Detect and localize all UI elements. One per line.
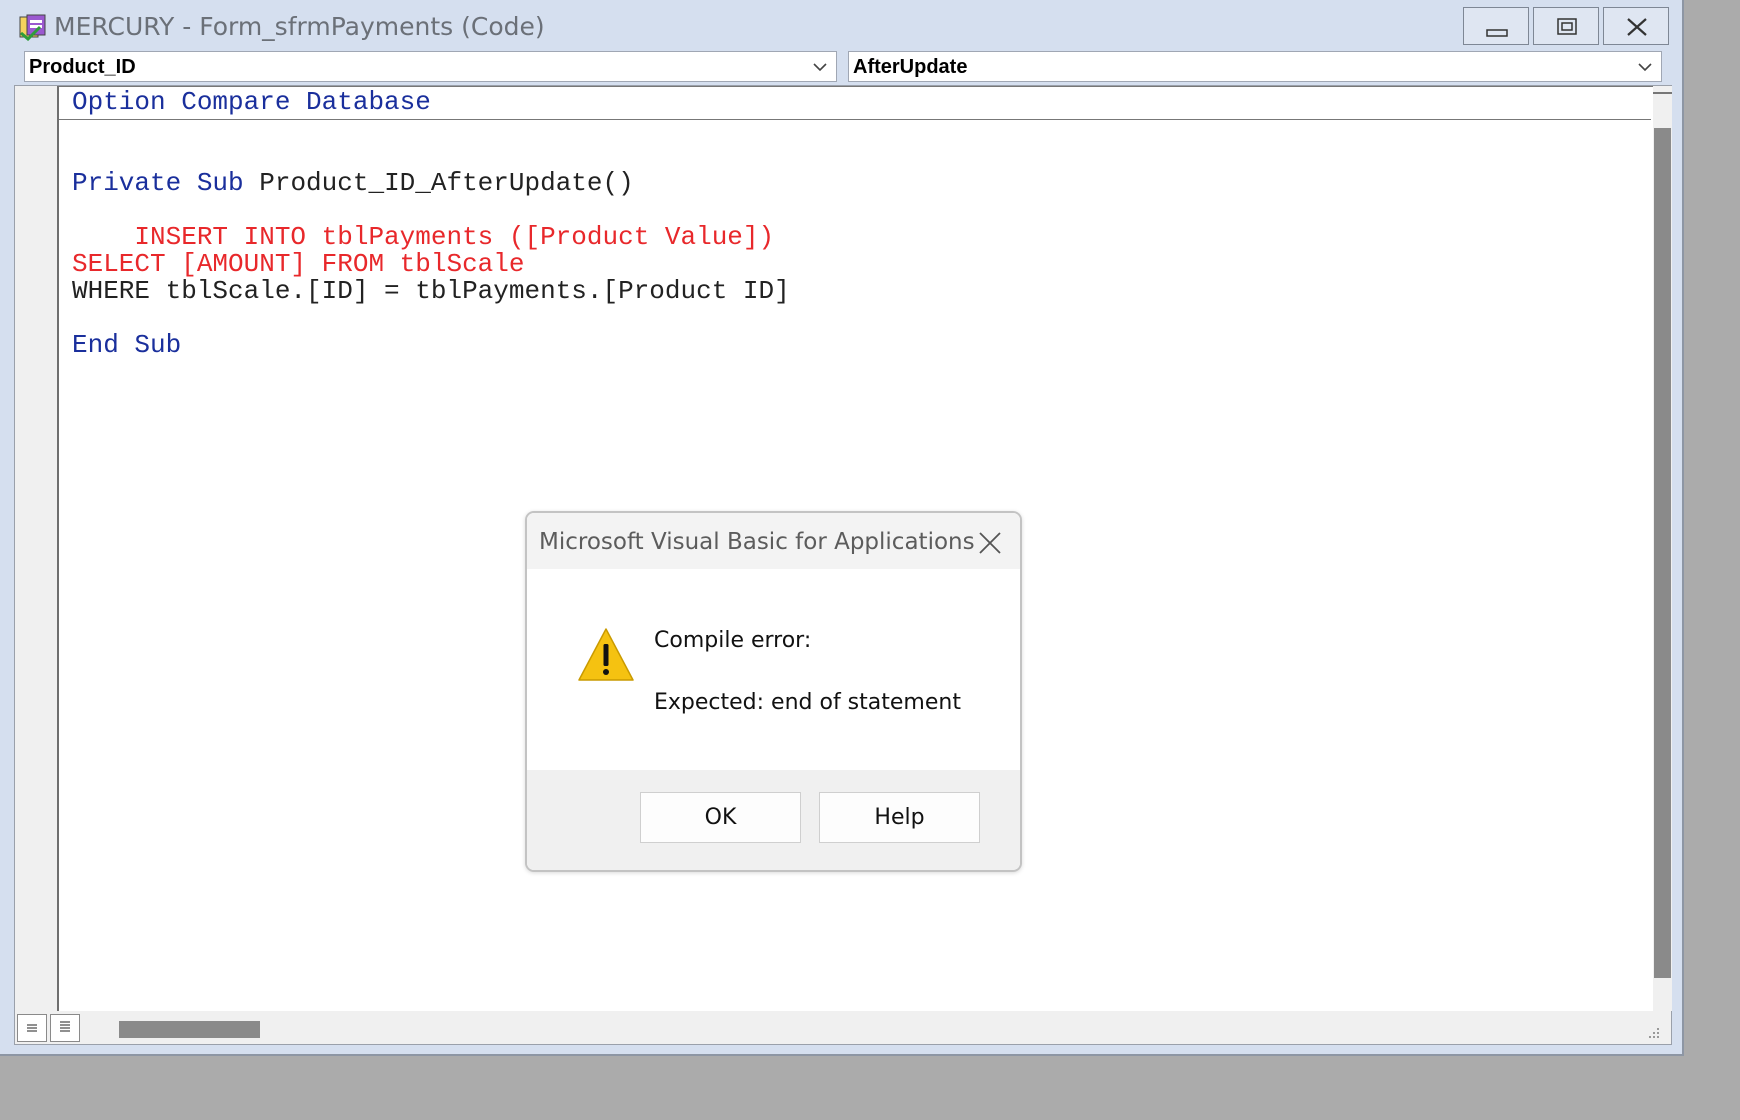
close-button[interactable]: [1603, 7, 1669, 45]
restore-button[interactable]: [1533, 7, 1599, 45]
dialog-close-icon[interactable]: [976, 529, 1004, 557]
code-line-1[interactable]: Option Compare Database: [72, 87, 431, 117]
full-module-view-button[interactable]: [50, 1014, 80, 1042]
chevron-down-icon: [1638, 63, 1652, 72]
margin-indicator-bar[interactable]: [15, 86, 59, 1011]
error-title-text: Compile error:: [654, 628, 812, 653]
close-icon: [1627, 18, 1647, 36]
editor-bottom-bar: [15, 1011, 1671, 1044]
vertical-scrollbar[interactable]: [1653, 86, 1672, 1011]
procedure-view-button[interactable]: [17, 1014, 47, 1042]
dialog-title: Microsoft Visual Basic for Applications: [539, 529, 975, 555]
window-title: MERCURY - Form_sfrmPayments (Code): [54, 12, 545, 41]
minimize-icon: [1486, 29, 1508, 37]
chevron-down-icon: [813, 63, 827, 72]
code-line-3[interactable]: INSERT INTO tblPayments ([Product Value]…: [72, 222, 774, 252]
procedure-view-icon: [27, 1024, 37, 1032]
object-combo[interactable]: Product_ID: [24, 51, 837, 82]
code-line-6[interactable]: End Sub: [72, 330, 181, 360]
declarations-separator: [59, 119, 1651, 120]
resize-grip-icon[interactable]: [1647, 1026, 1661, 1040]
procedure-combo-value: AfterUpdate: [853, 56, 968, 78]
restore-icon: [1557, 18, 1577, 35]
minimize-button[interactable]: [1463, 7, 1529, 45]
code-keyword: Private Sub: [72, 168, 244, 198]
code-text: Product_ID_AfterUpdate(): [243, 168, 634, 198]
split-bar[interactable]: [1653, 92, 1672, 94]
code-line-5[interactable]: WHERE tblScale.[ID] = tblPayments.[Produ…: [72, 276, 790, 306]
ok-button[interactable]: OK: [640, 792, 801, 843]
error-message-text: Expected: end of statement: [654, 690, 961, 715]
code-line-4[interactable]: SELECT [AMOUNT] FROM tblScale: [72, 249, 524, 279]
full-module-view-icon: [60, 1021, 70, 1032]
code-line-2[interactable]: Private Sub Product_ID_AfterUpdate(): [72, 168, 634, 198]
vba-project-icon: [19, 14, 46, 41]
help-button[interactable]: Help: [819, 792, 980, 843]
horizontal-scroll-thumb[interactable]: [119, 1021, 260, 1038]
vertical-scroll-thumb[interactable]: [1654, 128, 1671, 978]
warning-icon: [578, 628, 634, 681]
title-bar[interactable]: MERCURY - Form_sfrmPayments (Code): [0, 0, 1682, 50]
dialog-footer: OK Help: [527, 770, 1020, 870]
compile-error-dialog: Microsoft Visual Basic for Applications …: [525, 511, 1022, 872]
object-combo-value: Product_ID: [29, 56, 136, 78]
procedure-combo[interactable]: AfterUpdate: [848, 51, 1662, 82]
